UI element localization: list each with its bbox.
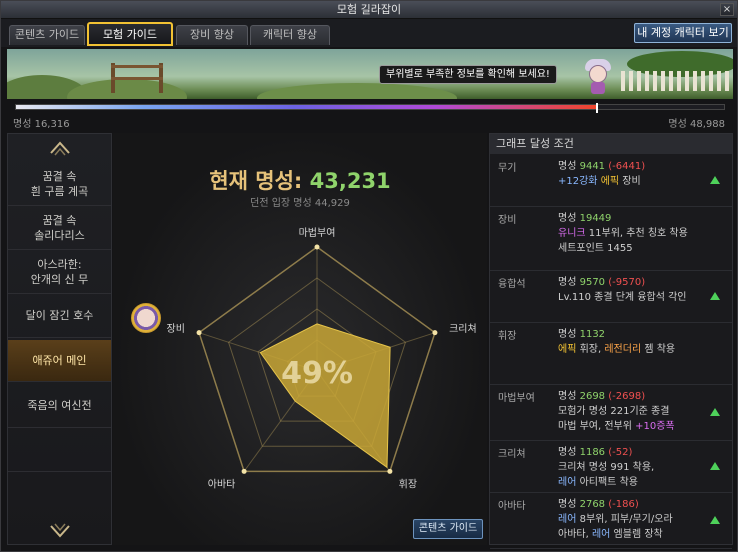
upgrade-arrow-icon[interactable] — [710, 408, 720, 416]
sidebar-item-moon-lake[interactable]: 달이 잠긴 호수 — [8, 294, 111, 338]
sidebar-item-mist-god-mu[interactable]: 아스라한: 안개의 신 무 — [8, 250, 111, 294]
condition-line: 명성 2768 (-186) — [558, 499, 639, 510]
condition-label: 아바타 — [498, 501, 526, 512]
radar-axis-label: 크리쳐 — [449, 323, 477, 335]
condition-details: 명성 19449 유니크 11부위, 추천 칭호 착용세트포인트 1455 — [558, 211, 708, 256]
tab-equipment-upgrade[interactable]: 장비 향상 — [176, 25, 248, 45]
condition-line: 명성 1186 (-52) — [558, 447, 633, 458]
hint-tooltip: 부위별로 부족한 정보를 확인해 보세요! — [379, 65, 557, 84]
upgrade-arrow-icon[interactable] — [710, 516, 720, 524]
view-account-characters-button[interactable]: 내 계정 캐릭터 보기 — [634, 23, 732, 43]
completion-percent: 49% — [281, 356, 353, 391]
condition-details: 명성 9441 (-6441) +12강화 에픽 장비 — [558, 159, 708, 189]
tab-character-upgrade[interactable]: 캐릭터 향상 — [250, 25, 330, 45]
reputation-chart-area: 현재 명성: 43,231 던전 입장 명성 44,929 마법부여크리쳐휘장 아… — [113, 133, 487, 545]
condition-line: 모험가 명성 221기준 종결 — [558, 406, 670, 417]
upgrade-arrow-icon[interactable] — [710, 176, 720, 184]
condition-line: 유니크 11부위, 추천 칭호 착용 — [558, 228, 688, 239]
radar-axis-label: 아바타 — [208, 478, 236, 490]
upgrade-arrow-icon[interactable] — [710, 292, 720, 300]
progress-min-label: 명성 16,316 — [13, 119, 70, 130]
condition-label: 융합석 — [498, 279, 526, 290]
chevron-up-icon[interactable] — [48, 137, 72, 159]
sidebar-item-dream-solidaris[interactable]: 꿈결 속 솔리다리스 — [8, 206, 111, 250]
banner-scene: 부위별로 부족한 정보를 확인해 보세요! — [7, 49, 733, 99]
radar-vertex-dot — [387, 468, 393, 474]
condition-line: 마법 부여, 전부위 +10증폭 — [558, 421, 675, 432]
condition-details: 명성 1132 에픽 휘장, 레전더리 젬 착용 — [558, 327, 708, 357]
mascot-character — [583, 55, 613, 95]
sidebar-item-death-goddess-temple[interactable]: 죽음의 여신전 — [8, 384, 111, 428]
condition-line: 에픽 휘장, 레전더리 젬 착용 — [558, 344, 676, 355]
condition-row-weapon: 무기 명성 9441 (-6441) +12강화 에픽 장비 — [490, 155, 732, 207]
condition-row-fusion-stone: 융합석 명성 9570 (-9570) Lv.110 종결 단계 융합석 각인 — [490, 271, 732, 323]
radar-vertex-dot — [314, 244, 320, 250]
condition-label: 마법부여 — [498, 393, 535, 404]
wooden-arch-decoration — [111, 63, 163, 93]
radar-vertex-dot — [196, 330, 202, 336]
tab-bar: 콘텐츠 가이드 모험 가이드 장비 향상 캐릭터 향상 내 계정 캐릭터 보기 — [1, 19, 737, 47]
reputation-label: 현재 명성: — [209, 169, 303, 193]
condition-details: 명성 2768 (-186) 레어 8부위, 피부/무기/오라아바타, 레어 엠블… — [558, 497, 708, 542]
condition-row-equipment: 장비 명성 19449 유니크 11부위, 추천 칭호 착용세트포인트 1455 — [490, 207, 732, 271]
upgrade-arrow-icon[interactable] — [710, 462, 720, 470]
radar-axis-label: 장비 — [167, 323, 185, 335]
content-guide-button[interactable]: 콘텐츠 가이드 — [413, 519, 483, 539]
condition-details: 명성 1186 (-52) 크리쳐 명성 991 착용, 레어 아티팩트 착용 — [558, 445, 708, 490]
radar-axis-label: 휘장 — [399, 478, 417, 490]
condition-label: 크리쳐 — [498, 449, 526, 460]
adventure-guide-window: 모험 길라잡이 × 콘텐츠 가이드 모험 가이드 장비 향상 캐릭터 향상 내 … — [0, 0, 738, 552]
condition-row-enchant: 마법부여 명성 2698 (-2698) 모험가 명성 221기준 종결마법 부여,… — [490, 385, 732, 441]
reputation-progress-bar — [15, 103, 725, 113]
condition-details: 명성 9570 (-9570) Lv.110 종결 단계 융합석 각인 — [558, 275, 708, 305]
conditions-header: 그래프 달성 조건 — [490, 134, 732, 154]
condition-row-creature: 크리쳐 명성 1186 (-52) 크리쳐 명성 991 착용, 레어 아티팩트 착용 — [490, 441, 732, 493]
condition-line: +12강화 에픽 장비 — [558, 176, 641, 187]
condition-line: 세트포인트 1455 — [558, 243, 633, 254]
sidebar-item-dream-cloud-valley[interactable]: 꿈결 속 흰 구름 계곡 — [8, 162, 111, 206]
condition-line: 명성 9570 (-9570) — [558, 277, 646, 288]
condition-line: 레어 아티팩트 착용 — [558, 477, 638, 488]
sidebar-item-azure-main[interactable]: 애쥬어 메인 — [8, 340, 111, 382]
chevron-down-icon[interactable] — [48, 520, 72, 542]
progress-fill — [16, 105, 597, 109]
condition-label: 휘장 — [498, 331, 517, 342]
condition-label: 장비 — [498, 215, 517, 226]
tab-adventure-guide[interactable]: 모험 가이드 — [87, 22, 173, 46]
sidebar-empty-slot — [8, 428, 111, 472]
condition-line: Lv.110 종결 단계 융합석 각인 — [558, 292, 687, 303]
grass-decoration — [257, 83, 457, 99]
dungeon-entry-reputation: 던전 입장 명성 44,929 — [250, 198, 350, 209]
title-bar: 모험 길라잡이 × — [1, 1, 737, 19]
progress-max-label: 명성 48,988 — [668, 119, 725, 130]
condition-line: 명성 19449 — [558, 213, 612, 224]
reputation-value: 43,231 — [309, 169, 391, 193]
current-reputation: 현재 명성: 43,231 — [113, 165, 487, 195]
conditions-panel: 그래프 달성 조건 무기 명성 9441 (-6441) +12강화 에픽 장비장비… — [489, 133, 733, 549]
radar-chart: 마법부여크리쳐휘장 아바타 장비 49% — [167, 227, 477, 490]
radar-vertex-dot — [241, 468, 247, 474]
white-fence-decoration — [621, 71, 733, 91]
radar-vertex-dot — [432, 330, 438, 336]
condition-line: 명성 9441 (-6441) — [558, 161, 646, 172]
condition-line: 명성 1132 — [558, 329, 606, 340]
condition-line: 명성 2698 (-2698) — [558, 391, 646, 402]
progress-marker — [595, 103, 598, 113]
radar-axis-label: 마법부여 — [299, 227, 336, 239]
condition-label: 무기 — [498, 163, 517, 174]
condition-line: 크리쳐 명성 991 착용, — [558, 462, 655, 473]
window-title: 모험 길라잡이 — [336, 3, 402, 16]
condition-line: 레어 8부위, 피부/무기/오라 — [558, 514, 673, 525]
dungeon-sidebar: 꿈결 속 흰 구름 계곡 꿈결 속 솔리다리스 아스라한: 안개의 신 무 달이… — [7, 133, 112, 545]
condition-details: 명성 2698 (-2698) 모험가 명성 221기준 종결마법 부여, 전부위… — [558, 389, 708, 434]
condition-line: 아바타, 레어 엠블렘 장착 — [558, 529, 663, 540]
condition-row-insignia: 휘장 명성 1132 에픽 휘장, 레전더리 젬 착용 — [490, 323, 732, 385]
close-button[interactable]: × — [720, 3, 734, 16]
condition-row-avatar: 아바타 명성 2768 (-186) 레어 8부위, 피부/무기/오라아바타, 레어… — [490, 493, 732, 549]
tab-content-guide[interactable]: 콘텐츠 가이드 — [9, 25, 85, 45]
